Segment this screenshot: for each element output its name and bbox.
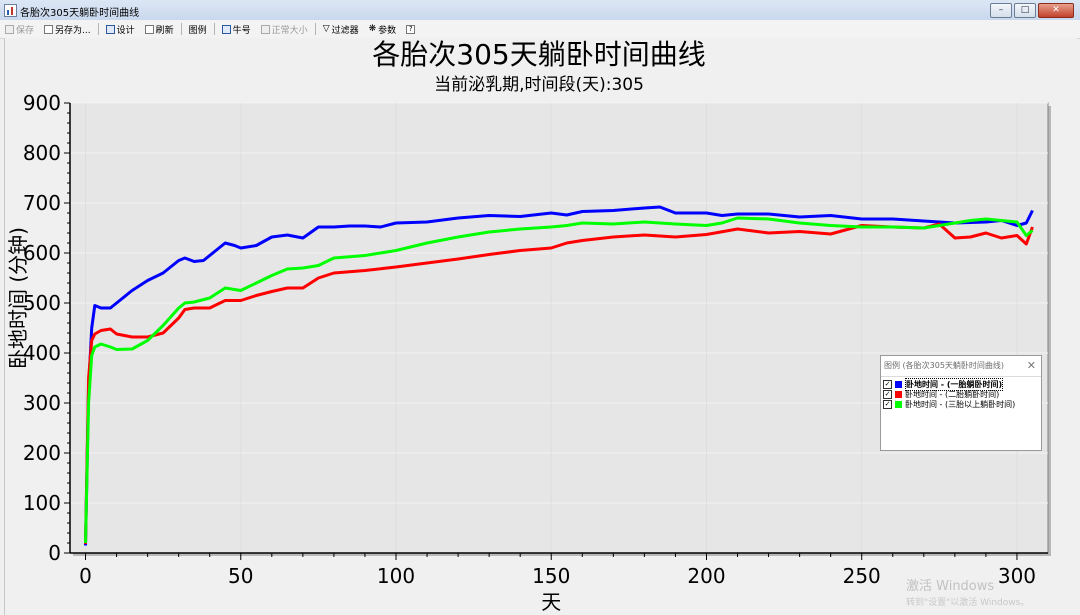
toolbar-filter-button[interactable]: ▽ 过滤器 [318,23,364,36]
chart: 01002003004005006007008009000 50 100 150 200… [6,38,1051,614]
legend-item[interactable]: ✓ 卧地时间 - (二胎躺卧时间) [883,389,1041,399]
window-controls: – □ ✕ [990,3,1074,18]
toolbar-help-button[interactable]: ? [401,24,420,34]
toolbar-separator [213,23,215,35]
legend-title: 图例 (各胎次305天躺卧时间曲线) [884,361,1005,370]
activation-watermark: 激活 Windows [906,579,995,594]
normal-size-icon [260,24,270,34]
params-icon: ❋ [368,24,377,34]
refresh-icon [144,24,154,34]
toolbar-label: 参数 [378,25,397,36]
plot-area [69,102,1049,554]
window-title: 各胎次305天躺卧时间曲线 [20,8,140,19]
toolbar-label: 保存 [16,25,35,36]
toolbar-label: 正常大小 [271,25,308,36]
y-tick-label: 200 [23,441,61,465]
y-tick-label: 100 [23,491,61,515]
legend-item[interactable]: ✓ 卧地时间 - (一胎躺卧时间) [883,377,1041,391]
chart-subtitle: 当前泌乳期,时间段(天):305 [434,75,644,95]
save-icon [5,24,14,34]
app-chart-icon [4,4,17,17]
checkbox[interactable]: ✓ [883,389,892,399]
x-tick-label: 250 [843,564,881,588]
y-tick-label: 700 [23,191,61,215]
legend-swatch [895,390,902,398]
toolbar-normal-size-button[interactable]: 正常大小 [256,23,313,36]
minimize-button[interactable]: – [990,3,1012,18]
filter-icon: ▽ [322,24,330,34]
toolbar-save-as-button[interactable]: 另存为... [39,23,96,36]
toolbar-label: 刷新 [155,25,174,36]
toolbar-refresh-button[interactable]: 刷新 [140,23,179,36]
legend-swatch [895,400,902,408]
toolbar-separator [314,23,316,35]
toolbar-cow-id-button[interactable]: 牛号 [217,23,256,36]
checkbox[interactable]: ✓ [883,379,892,389]
toolbar-legend-button[interactable]: 图例 [184,23,212,36]
legend-swatch [895,380,902,388]
design-icon [105,24,115,34]
x-tick-label: 100 [377,564,415,588]
legend-item-label: 卧地时间 - (三胎以上躺卧时间) [905,399,1016,409]
y-tick-label: 800 [23,141,61,165]
y-tick-label: 900 [23,91,61,115]
toolbar-design-button[interactable]: 设计 [101,23,140,36]
y-axis-label: 卧地时间 (分钟) [6,227,30,369]
maximize-button[interactable]: □ [1014,3,1036,18]
toolbar-label: 牛号 [232,25,251,36]
toolbar-label: 过滤器 [331,25,359,36]
cow-id-icon [221,24,231,34]
window-titlebar: 各胎次305天躺卧时间曲线 – □ ✕ [0,0,1080,21]
x-tick-label: 200 [687,564,725,588]
legend-items: ✓ 卧地时间 - (一胎躺卧时间) ✓ 卧地时间 - (二胎躺卧时间) ✓ 卧地… [881,377,1041,409]
toolbar: 保存 另存为... 设计 刷新 图例 牛号 正常大小 ▽ 过滤器 ❋ 参数 ? [0,20,1080,39]
x-tick-label: 50 [228,564,253,588]
close-icon[interactable]: ✕ [1027,356,1036,376]
chart-title: 各胎次305天躺卧时间曲线 [372,38,705,71]
legend-title-bar: 图例 (各胎次305天躺卧时间曲线) ✕ [881,356,1041,377]
x-tick-label: 150 [532,564,570,588]
y-tick-label: 300 [23,391,61,415]
close-button[interactable]: ✕ [1038,3,1074,18]
y-tick-label: 0 [48,541,61,565]
legend-item[interactable]: ✓ 卧地时间 - (三胎以上躺卧时间) [883,399,1041,409]
toolbar-label: 另存为... [55,25,91,36]
toolbar-label: 图例 [188,25,207,36]
toolbar-separator [180,23,182,35]
x-tick-label: 0 [79,564,92,588]
legend-panel[interactable]: 图例 (各胎次305天躺卧时间曲线) ✕ ✓ 卧地时间 - (一胎躺卧时间) ✓… [880,355,1042,451]
x-axis-label: 天 [541,590,561,614]
toolbar-params-button[interactable]: ❋ 参数 [364,23,402,36]
help-icon: ? [406,24,416,34]
x-tick-label: 300 [998,564,1036,588]
activation-watermark-subtext: 转到"设置"以激活 Windows。 [906,598,1030,608]
toolbar-separator [97,23,99,35]
save-as-icon [44,24,54,34]
toolbar-label: 设计 [116,25,135,36]
checkbox[interactable]: ✓ [883,399,892,409]
toolbar-save-button[interactable]: 保存 [0,23,39,36]
chart-frame: 0 100 200 300 400 500 600 700 800 900 0 50 100 150 200… [4,38,1077,615]
